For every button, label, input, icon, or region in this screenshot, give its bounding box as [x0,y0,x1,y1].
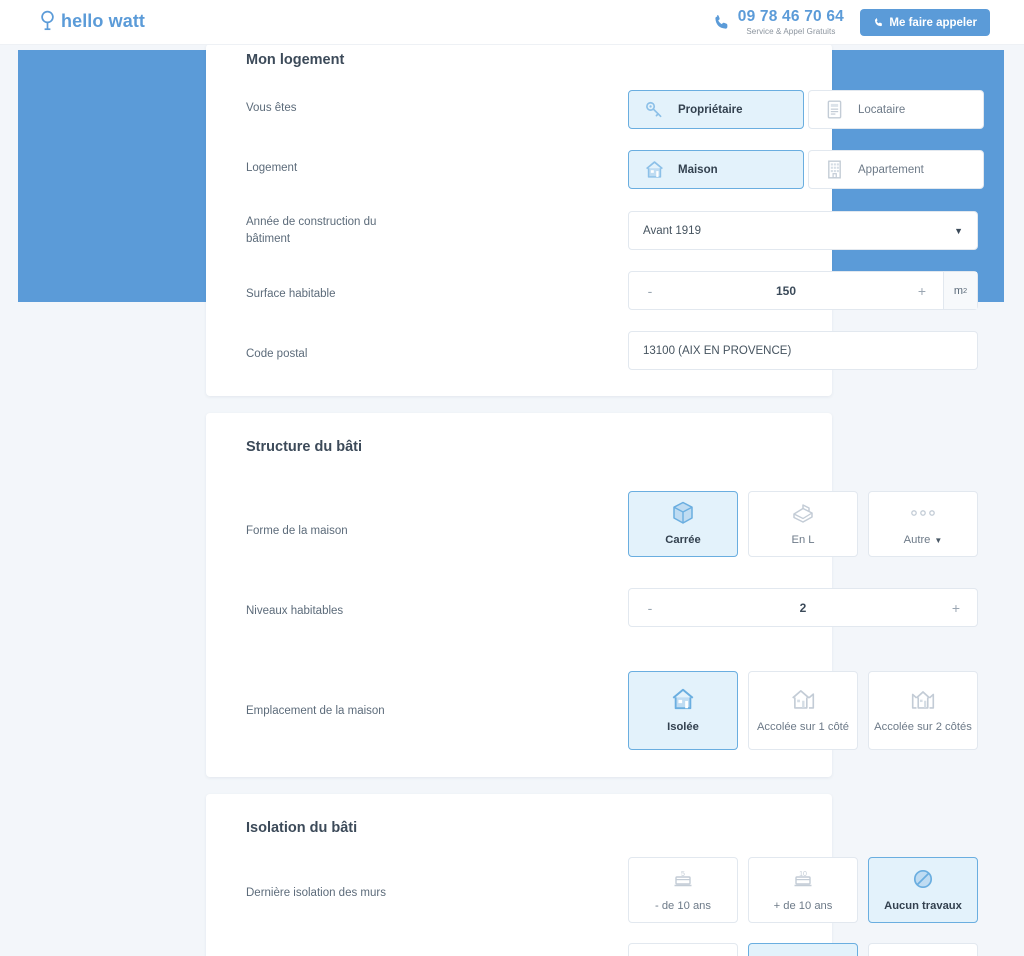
surface-increment-button[interactable]: + [901,283,943,299]
l-shape-icon [790,500,816,526]
postal-code-value: 13100 (AIX EN PROVENCE) [643,344,792,357]
field-label-vous-etes: Vous êtes [246,102,297,114]
option-label: Maison [678,163,718,176]
field-label-forme-maison: Forme de la maison [246,525,348,537]
terraced-house-icon [910,685,936,713]
detached-house-icon [670,685,696,713]
option-label: Propriétaire [678,103,743,116]
house-icon [646,161,663,178]
niveaux-increment-button[interactable]: + [935,600,977,616]
option-accolee-2-cotes[interactable]: Accolée sur 2 côtés [868,671,978,750]
option-label: Accolée sur 2 côtés [874,721,972,734]
section-structure-du-bati: Structure du bâti Forme de la maison Car… [206,413,978,777]
year-select-value: Avant 1919 [643,224,701,237]
cube-icon [671,500,695,526]
form-content: Mon logement Vous êtes Propriétaire Loca… [0,44,1024,956]
brand-name: hello watt [61,10,146,31]
option-autre[interactable]: Autre ▼ [868,491,978,557]
niveaux-decrement-button[interactable]: - [629,600,671,616]
option-toiture-2[interactable] [748,943,858,956]
emplacement-options: Isolée Accolée sur 1 côté Accolée sur 2 … [628,671,978,750]
type-toiture-options [628,943,978,956]
option-moins-10-ans[interactable]: 5 - de 10 ans [628,857,738,923]
option-appartement[interactable]: Appartement [808,150,984,189]
postal-code-input[interactable]: 13100 (AIX EN PROVENCE) [628,331,978,370]
option-label: Accolée sur 1 côté [756,721,850,734]
field-label-logement: Logement [246,162,298,174]
option-label: - de 10 ans [655,899,711,912]
apartment-icon [828,160,841,179]
calendar-over-10-icon: 10 [790,866,816,892]
section-isolation-du-bati: Isolation du bâti Dernière isolation des… [206,794,978,956]
option-label: Aucun travaux [884,899,962,912]
no-works-icon [910,866,936,892]
option-proprietaire[interactable]: Propriétaire [628,90,804,129]
field-label-emplacement: Emplacement de la maison [246,705,385,717]
contract-icon [827,100,842,119]
semi-detached-house-icon [790,685,816,713]
option-isolee[interactable]: Isolée [628,671,738,750]
callback-button-label: Me faire appeler [889,16,977,29]
option-carree[interactable]: Carrée [628,491,738,557]
section-title: Structure du bâti [246,439,363,455]
option-label: Isolée [667,721,699,734]
phone-number: 09 78 46 70 64 [737,8,844,25]
option-label: + de 10 ans [773,899,833,912]
option-plus-10-ans[interactable]: 10 + de 10 ans [748,857,858,923]
forme-maison-options: Carrée En L Autre ▼ [628,491,978,557]
section-title: Isolation du bâti [246,820,358,836]
field-label-surface: Surface habitable [246,288,336,300]
field-label-isolation-murs: Dernière isolation des murs [246,887,386,899]
site-header: hello watt 09 78 46 70 64 Service & Appe… [0,0,1024,45]
niveaux-stepper[interactable]: - 2 + [628,588,978,627]
option-label: Locataire [858,103,906,116]
option-maison[interactable]: Maison [628,150,804,189]
chevron-down-icon: ▼ [934,535,943,545]
option-accolee-1-cote[interactable]: Accolée sur 1 côté [748,671,858,750]
lightbulb-icon [41,10,54,31]
ellipsis-icon [908,500,938,526]
surface-stepper[interactable]: - 150 + m2 [628,271,978,310]
option-label: Autre ▼ [904,532,943,548]
option-label: En L [791,533,815,546]
brand-logo[interactable]: hello watt [40,10,145,32]
option-locataire[interactable]: Locataire [808,90,984,129]
phone-texts: 09 78 46 70 64 Service & Appel Gratuits [738,8,844,36]
surface-unit: m2 [943,272,977,309]
surface-decrement-button[interactable]: - [629,283,671,299]
field-label-code-postal: Code postal [246,348,308,360]
phone-small-icon [875,18,883,27]
callback-button[interactable]: Me faire appeler [860,9,990,36]
section-title: Mon logement [246,52,345,68]
option-autre-text: Autre [903,533,931,546]
option-label: Appartement [858,163,924,176]
option-toiture-3[interactable] [868,943,978,956]
phone-subtitle: Service & Appel Gratuits [746,26,836,36]
year-select[interactable]: Avant 1919 ▼ [628,211,978,250]
option-label: Carrée [665,533,701,546]
chevron-down-icon: ▼ [954,225,963,236]
page-root: hello watt 09 78 46 70 64 Service & Appe… [0,0,1024,956]
isolation-murs-options: 5 - de 10 ans 10 + de 10 ans Aucun trava… [628,857,978,923]
section-mon-logement: Mon logement Vous êtes Propriétaire Loca… [206,44,984,396]
calendar-under-10-icon: 5 [670,866,696,892]
niveaux-value[interactable]: 2 [671,601,935,615]
option-toiture-1[interactable] [628,943,738,956]
surface-value[interactable]: 150 [671,284,901,298]
key-icon [646,101,662,118]
option-en-l[interactable]: En L [748,491,858,557]
option-aucun-travaux[interactable]: Aucun travaux [868,857,978,923]
field-label-annee-construction: Année de construction du bâtiment [246,216,377,245]
phone-block[interactable]: 09 78 46 70 64 Service & Appel Gratuits [712,8,844,36]
phone-icon [715,14,728,29]
field-label-niveaux: Niveaux habitables [246,605,344,617]
